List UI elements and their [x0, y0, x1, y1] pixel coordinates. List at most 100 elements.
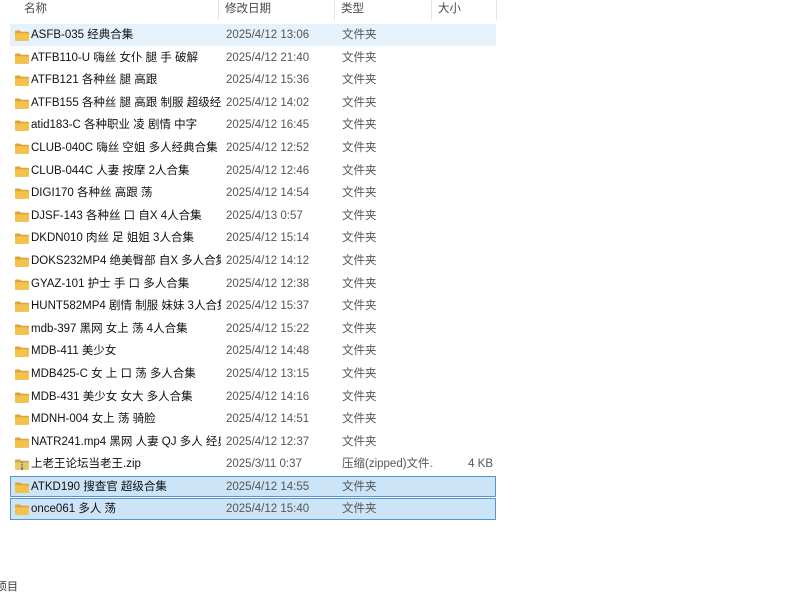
file-name: 上老王论坛当老王.zip — [31, 458, 141, 471]
file-type: 文件夹 — [342, 96, 377, 109]
file-row[interactable]: DIGI170 各种丝 高跟 荡 2025/4/12 14:54 文件夹 — [10, 182, 496, 204]
file-row[interactable]: ASFB-035 经典合集 2025/4/12 13:06 文件夹 — [10, 24, 496, 46]
folder-icon — [15, 143, 29, 154]
file-row[interactable]: GYAZ-101 护士 手 口 多人合集 2025/4/12 12:38 文件夹 — [10, 273, 496, 295]
file-row[interactable]: MDB425-C 女 上 口 荡 多人合集 2025/4/12 13:15 文件夹 — [10, 363, 496, 385]
file-name: ASFB-035 经典合集 — [31, 29, 134, 41]
file-size: 4 KB — [468, 458, 493, 471]
folder-icon — [15, 301, 29, 312]
file-type: 压缩(zipped)文件... — [342, 458, 434, 471]
file-name: HUNT582MP4 剧情 制服 妹妹 3人合集 — [31, 300, 221, 313]
file-name: NATR241.mp4 黑网 人妻 QJ 多人 经典 — [31, 435, 221, 448]
modified-date: 2025/3/11 0:37 — [226, 458, 302, 471]
file-name: MDB-431 美少女 女大 多人合集 — [31, 390, 193, 403]
file-name: ATFB155 各种丝 腿 高跟 制服 超级经典 — [31, 96, 221, 109]
folder-icon — [15, 346, 29, 358]
modified-date: 2025/4/12 14:16 — [226, 390, 310, 403]
file-row[interactable]: 上老王论坛当老王.zip 2025/3/11 0:37 压缩(zipped)文件..… — [10, 453, 496, 475]
file-type: 文件夹 — [342, 29, 377, 41]
folder-icon — [15, 256, 29, 267]
file-row[interactable]: NATR241.mp4 黑网 人妻 QJ 多人 经典 2025/4/12 12:3… — [10, 431, 496, 453]
folder-icon — [15, 482, 29, 493]
modified-date: 2025/4/12 14:48 — [226, 345, 310, 358]
file-name: DOKS232MP4 绝美臀部 自X 多人合集 — [31, 254, 221, 267]
folder-icon — [15, 30, 29, 41]
modified-date: 2025/4/12 13:06 — [226, 29, 310, 41]
file-type: 文件夹 — [342, 503, 377, 516]
file-name: DJSF-143 各种丝 口 自X 4人合集 — [31, 209, 202, 222]
file-type: 文件夹 — [342, 51, 377, 64]
file-type: 文件夹 — [342, 164, 377, 177]
file-row[interactable]: ATKD190 搜查官 超级合集 2025/4/12 14:55 文件夹 — [10, 475, 496, 498]
file-row[interactable]: atid183-C 各种职业 凌 剧情 中字 2025/4/12 16:45 文件夹 — [10, 114, 496, 136]
file-name: ATFB110-U 嗨丝 女仆 腿 手 破解 — [31, 51, 198, 64]
folder-icon — [15, 166, 29, 177]
modified-date: 2025/4/12 12:38 — [226, 277, 310, 290]
file-row[interactable]: mdb-397 黑网 女上 荡 4人合集 2025/4/12 15:22 文件夹 — [10, 318, 496, 340]
file-name: MDNH-004 女上 荡 骑脸 — [31, 413, 156, 426]
modified-date: 2025/4/12 12:37 — [226, 435, 310, 448]
modified-date: 2025/4/12 15:36 — [226, 74, 310, 87]
column-header: 名称 修改日期 类型 大小 — [0, 0, 500, 20]
folder-icon — [15, 211, 29, 222]
column-type-header[interactable]: 类型 — [337, 0, 433, 20]
folder-icon — [15, 369, 29, 380]
modified-date: 2025/4/12 12:52 — [226, 141, 310, 154]
file-name: atid183-C 各种职业 凌 剧情 中字 — [31, 119, 198, 132]
file-name: MDB425-C 女 上 口 荡 多人合集 — [31, 367, 196, 380]
file-row[interactable]: DJSF-143 各种丝 口 自X 4人合集 2025/4/13 0:57 文件夹 — [10, 205, 496, 227]
file-row[interactable]: DOKS232MP4 绝美臀部 自X 多人合集 2025/4/12 14:12 文件… — [10, 250, 496, 272]
folder-icon — [15, 98, 29, 109]
file-row[interactable]: ATFB121 各种丝 腿 高跟 2025/4/12 15:36 文件夹 — [10, 69, 496, 91]
column-divider[interactable] — [218, 0, 219, 20]
modified-date: 2025/4/12 14:54 — [226, 187, 310, 200]
file-type: 文件夹 — [342, 232, 377, 245]
zip-folder-icon — [15, 459, 29, 471]
folder-icon — [15, 324, 29, 335]
modified-date: 2025/4/12 12:46 — [226, 164, 310, 177]
file-name: GYAZ-101 护士 手 口 多人合集 — [31, 277, 190, 290]
file-row[interactable]: DKDN010 肉丝 足 姐姐 3人合集 2025/4/12 15:14 文件夹 — [10, 227, 496, 249]
file-list: ASFB-035 经典合集 2025/4/12 13:06 文件夹 ATFB110-U… — [10, 24, 496, 521]
folder-icon — [15, 53, 29, 64]
folder-icon — [15, 414, 29, 425]
file-type: 文件夹 — [342, 254, 377, 267]
file-type: 文件夹 — [342, 367, 377, 380]
file-type: 文件夹 — [342, 413, 377, 426]
file-name: mdb-397 黑网 女上 荡 4人合集 — [31, 322, 188, 335]
file-type: 文件夹 — [342, 277, 377, 290]
column-size-header[interactable]: 大小 — [434, 0, 498, 20]
folder-icon — [15, 437, 29, 448]
modified-date: 2025/4/12 15:14 — [226, 232, 310, 245]
file-name: CLUB-040C 嗨丝 空姐 多人经典合集 — [31, 141, 218, 154]
status-bar-text: 项目 — [0, 581, 18, 593]
file-row[interactable]: CLUB-044C 人妻 按摩 2人合集 2025/4/12 12:46 文件夹 — [10, 160, 496, 182]
file-type: 文件夹 — [342, 300, 377, 313]
column-divider[interactable] — [496, 0, 497, 20]
file-row[interactable]: ATFB155 各种丝 腿 高跟 制服 超级经典 2025/4/12 14:02 文… — [10, 92, 496, 114]
file-name: CLUB-044C 人妻 按摩 2人合集 — [31, 164, 190, 177]
modified-date: 2025/4/12 15:40 — [226, 503, 310, 516]
file-name: once061 多人 荡 — [31, 503, 117, 516]
file-name: ATKD190 搜查官 超级合集 — [31, 480, 167, 493]
column-divider[interactable] — [431, 0, 432, 20]
file-row[interactable]: ATFB110-U 嗨丝 女仆 腿 手 破解 2025/4/12 21:40 文件夹 — [10, 47, 496, 69]
file-row[interactable]: MDB-431 美少女 女大 多人合集 2025/4/12 14:16 文件夹 — [10, 386, 496, 408]
column-name-header[interactable]: 名称 — [20, 0, 219, 20]
file-row[interactable]: MDB-411 美少女 2025/4/12 14:48 文件夹 — [10, 340, 496, 362]
file-row[interactable]: HUNT582MP4 剧情 制服 妹妹 3人合集 2025/4/12 15:37 文… — [10, 295, 496, 317]
column-divider[interactable] — [334, 0, 335, 20]
file-name: ATFB121 各种丝 腿 高跟 — [31, 74, 158, 87]
modified-date: 2025/4/12 16:45 — [226, 119, 310, 132]
file-row[interactable]: MDNH-004 女上 荡 骑脸 2025/4/12 14:51 文件夹 — [10, 408, 496, 430]
file-type: 文件夹 — [342, 435, 377, 448]
file-type: 文件夹 — [342, 345, 377, 358]
modified-date: 2025/4/12 14:12 — [226, 254, 310, 267]
folder-icon — [15, 233, 29, 245]
file-row[interactable]: CLUB-040C 嗨丝 空姐 多人经典合集 2025/4/12 12:52 文件夹 — [10, 137, 496, 159]
modified-date: 2025/4/13 0:57 — [226, 209, 303, 222]
folder-icon — [15, 75, 29, 86]
column-date-header[interactable]: 修改日期 — [221, 0, 335, 20]
file-type: 文件夹 — [342, 141, 377, 154]
file-row[interactable]: once061 多人 荡 2025/4/12 15:40 文件夹 — [10, 498, 496, 521]
